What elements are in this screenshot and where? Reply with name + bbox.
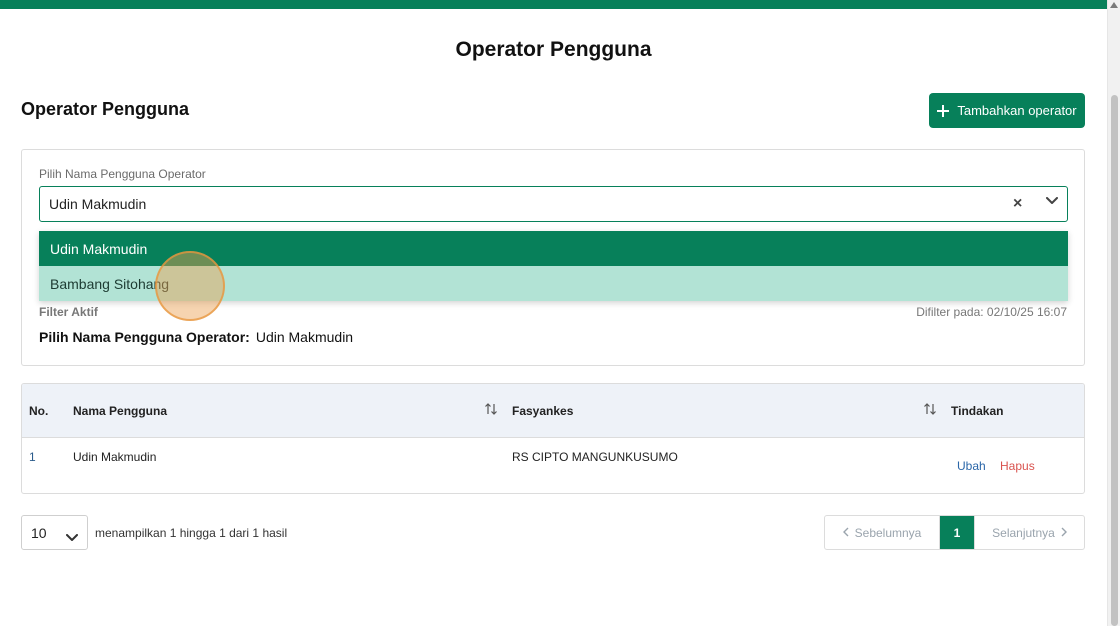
section-title: Operator Pengguna xyxy=(21,99,190,119)
dropdown-option-bambang[interactable]: Bambang Sitohang xyxy=(39,266,1068,301)
top-accent-bar xyxy=(0,0,1107,9)
filter-summary-key: Pilih Nama Pengguna Operator: xyxy=(39,329,250,345)
column-header-no: No. xyxy=(29,404,49,418)
result-count-text: menampilkan 1 hingga 1 dari 1 hasil xyxy=(95,526,288,540)
scroll-up-arrow-icon[interactable] xyxy=(1110,2,1118,8)
page-size-value: 10 xyxy=(31,525,47,541)
pagination: Sebelumnya 1 Selanjutnya xyxy=(824,515,1085,550)
filter-summary-value: Udin Makmudin xyxy=(255,329,354,345)
previous-page-button[interactable]: Sebelumnya xyxy=(825,516,940,549)
column-header-actions: Tindakan xyxy=(951,404,1004,418)
page-size-select[interactable]: 10 xyxy=(21,515,88,550)
plus-icon xyxy=(937,104,950,117)
filter-timestamp: Difilter pada: 02/10/25 16:07 xyxy=(916,305,1067,319)
operator-dropdown-menu: Udin Makmudin Bambang Sitohang xyxy=(39,231,1068,301)
chevron-down-icon xyxy=(66,529,78,547)
sort-icon[interactable] xyxy=(484,402,498,416)
next-page-button[interactable]: Selanjutnya xyxy=(974,516,1084,549)
table-header: No. Nama Pengguna Fasyankes Tindakan xyxy=(22,384,1084,438)
page-title: Operator Pengguna xyxy=(455,38,652,61)
filter-summary: Pilih Nama Pengguna Operator: Udin Makmud… xyxy=(39,329,353,345)
filter-active-label: Filter Aktif xyxy=(39,305,98,319)
operators-table: No. Nama Pengguna Fasyankes Tindakan 1 U… xyxy=(21,383,1085,494)
dropdown-option-udin[interactable]: Udin Makmudin xyxy=(39,231,1068,266)
clear-icon[interactable]: × xyxy=(1013,196,1027,212)
chevron-right-icon xyxy=(1061,526,1067,540)
row-name: Udin Makmudin xyxy=(73,450,157,464)
scroll-thumb[interactable] xyxy=(1111,95,1118,626)
column-header-name[interactable]: Nama Pengguna xyxy=(73,404,167,418)
row-number: 1 xyxy=(29,450,36,464)
row-facility: RS CIPTO MANGUNKUSUMO xyxy=(512,450,678,464)
add-operator-label: Tambahkan operator xyxy=(957,103,1077,118)
column-header-facility[interactable]: Fasyankes xyxy=(512,404,573,418)
chevron-left-icon xyxy=(842,526,849,540)
next-page-label: Selanjutnya xyxy=(992,525,1055,540)
delete-link[interactable]: Hapus xyxy=(1000,459,1035,473)
operator-select[interactable]: Udin Makmudin × xyxy=(39,186,1068,222)
page-scrollbar[interactable] xyxy=(1107,0,1120,626)
chevron-down-icon[interactable] xyxy=(1046,197,1058,207)
edit-link[interactable]: Ubah xyxy=(957,459,986,473)
sort-icon[interactable] xyxy=(923,402,937,416)
operator-select-label: Pilih Nama Pengguna Operator xyxy=(39,167,206,181)
page-number-button[interactable]: 1 xyxy=(940,516,974,549)
operator-select-value: Udin Makmudin xyxy=(49,196,147,212)
add-operator-button[interactable]: Tambahkan operator xyxy=(929,93,1085,128)
previous-page-label: Sebelumnya xyxy=(854,525,922,540)
